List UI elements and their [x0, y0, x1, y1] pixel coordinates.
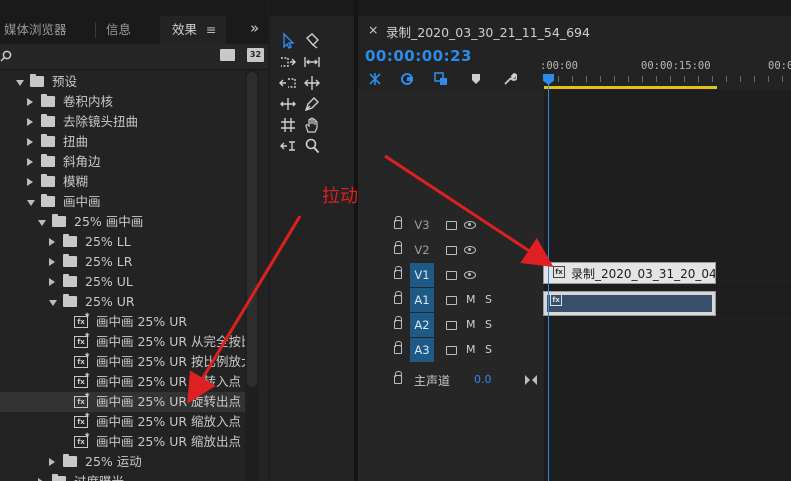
annotation-arrow-to-timeline — [384, 154, 554, 267]
annotation-arrows — [187, 154, 554, 404]
annotation-arrow-to-effect — [187, 215, 302, 404]
annotation-label: 拉动 — [322, 186, 358, 207]
